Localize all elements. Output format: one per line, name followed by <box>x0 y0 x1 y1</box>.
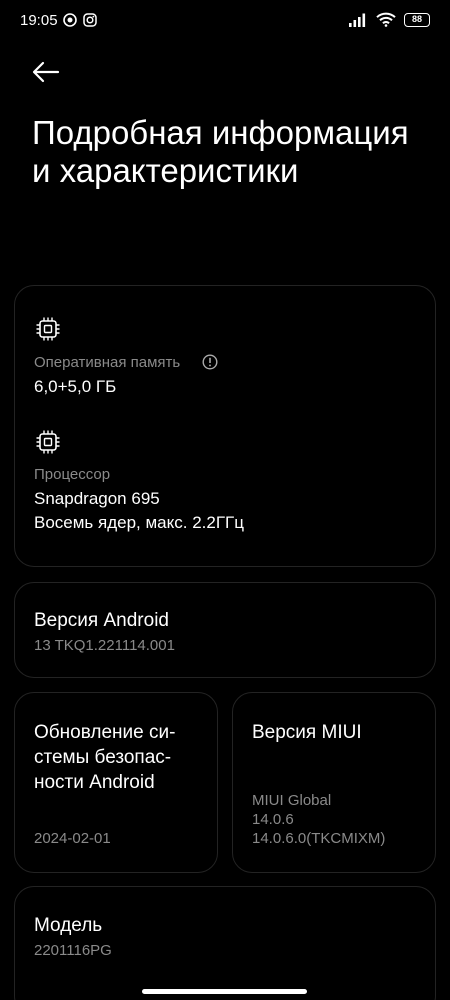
processor-cores: Восемь ядер, макс. 2.2ГГц <box>34 513 244 532</box>
status-bar: 19:05 88 <box>0 0 450 44</box>
security-update-title-3: ности Android <box>34 772 155 793</box>
status-time: 19:05 <box>20 12 58 29</box>
security-update-title-2: стемы безопас- <box>34 747 172 768</box>
memory-label: Оперативная память <box>34 354 181 371</box>
system-icons: 88 <box>348 12 430 27</box>
home-indicator[interactable] <box>142 989 307 994</box>
instagram-icon <box>83 13 97 27</box>
model-value: 2201116PG <box>34 942 112 959</box>
memory-chip-icon <box>36 317 60 341</box>
signal-icon <box>349 13 366 27</box>
miui-version-line-3: 14.0.6.0(TKCMIXM) <box>252 830 386 847</box>
model-card[interactable]: Модель 2201116PG <box>14 886 436 1000</box>
security-update-date: 2024-02-01 <box>34 830 111 847</box>
info-icon[interactable] <box>202 354 218 370</box>
page-title: Подробная информация и характеристики <box>32 114 409 189</box>
notification-icons <box>63 13 97 27</box>
hardware-card: Оперативная память 6,0+5,0 ГБ Процессор … <box>14 285 436 567</box>
miui-version-line-2: 14.0.6 <box>252 811 294 828</box>
miui-version-line-1: MIUI Global <box>252 792 332 809</box>
android-version-title: Версия Android <box>34 610 169 631</box>
wifi-icon <box>376 12 396 27</box>
processor-chip-icon <box>36 430 60 454</box>
arrow-left-icon <box>32 61 60 83</box>
processor-model: Snapdragon 695 <box>34 489 160 508</box>
notification-dot-icon <box>63 13 77 27</box>
battery-icon: 88 <box>404 12 430 27</box>
back-button[interactable] <box>26 52 66 92</box>
miui-version-card[interactable]: Версия MIUI MIUI Global 14.0.6 14.0.6.0(… <box>232 692 436 873</box>
model-title: Модель <box>34 915 103 936</box>
security-update-card[interactable]: Обновление си- стемы безопас- ности Andr… <box>14 692 218 873</box>
memory-value: 6,0+5,0 ГБ <box>34 377 117 396</box>
processor-label: Процессор <box>34 466 111 483</box>
miui-version-title: Версия MIUI <box>252 722 362 743</box>
screen: 19:05 88 Подробная информация и характер… <box>0 0 450 1000</box>
android-version-card[interactable]: Версия Android 13 TKQ1.221114.001 <box>14 582 436 678</box>
security-update-title-1: Обновление си- <box>34 722 176 743</box>
android-version-value: 13 TKQ1.221114.001 <box>34 637 175 654</box>
